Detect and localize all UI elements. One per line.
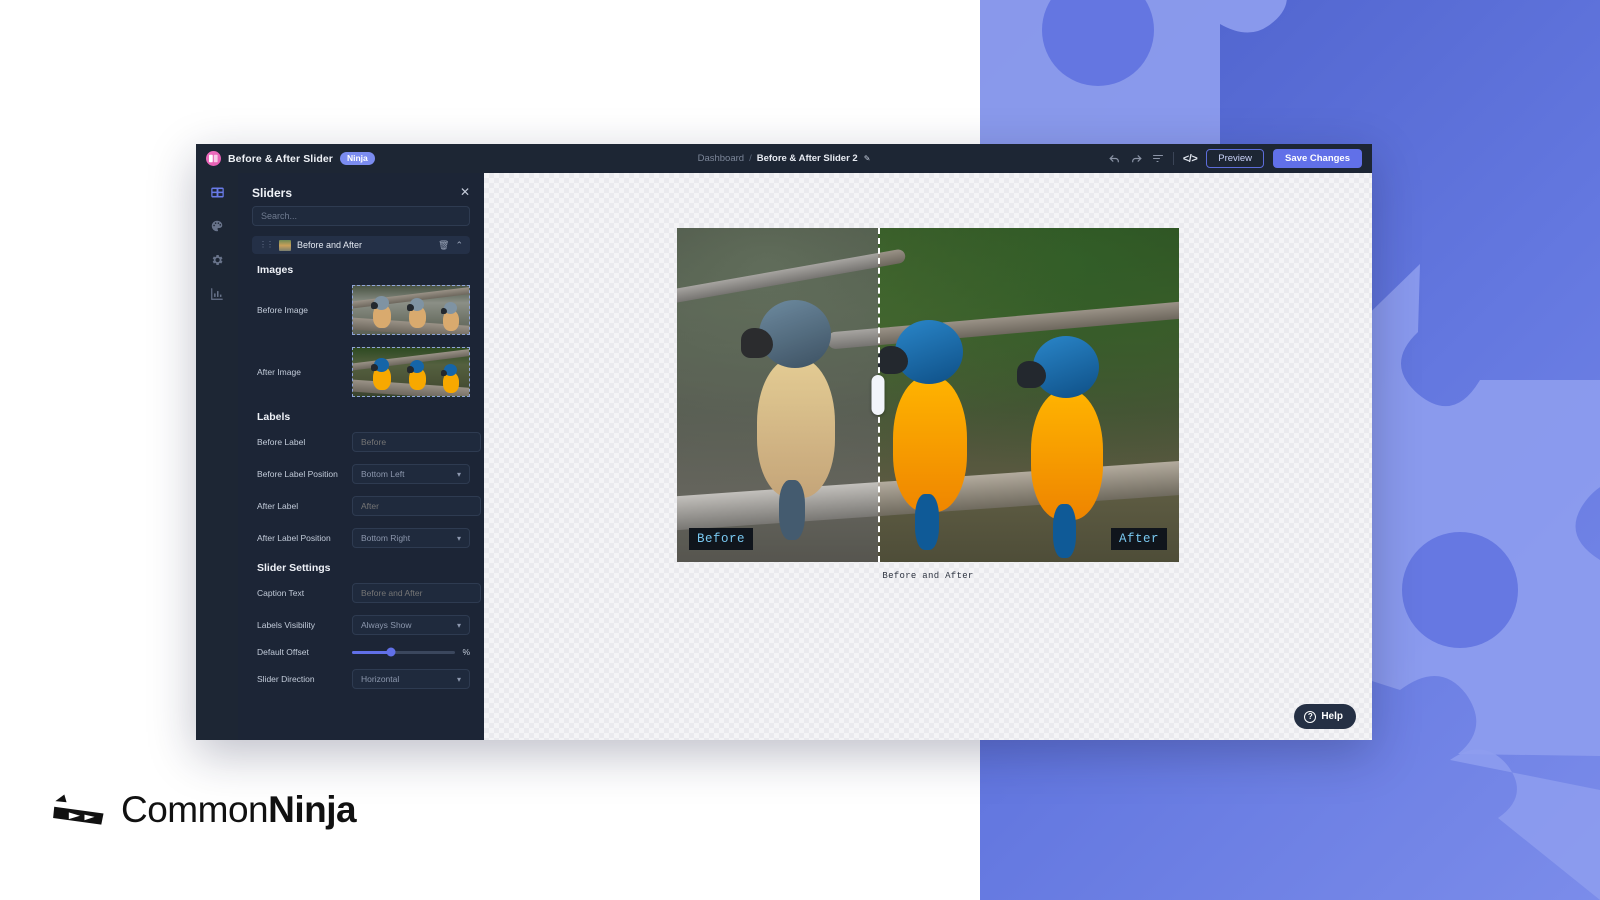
- wordmark-ninja: Ninja: [268, 789, 356, 830]
- undo-icon[interactable]: [1108, 152, 1121, 165]
- slider-track[interactable]: [352, 651, 455, 654]
- chevron-up-icon[interactable]: ⌃: [455, 240, 463, 251]
- slider-handle-icon[interactable]: [871, 375, 884, 415]
- row-after-label-position: After Label Position Bottom Right ▾: [252, 528, 470, 548]
- align-icon[interactable]: [1152, 153, 1164, 165]
- settings-panel: Sliders ✕ ⋮⋮ Before and After 🗑 ⌃ Images…: [238, 173, 484, 740]
- rail-item-settings[interactable]: [208, 251, 226, 269]
- app-body: Sliders ✕ ⋮⋮ Before and After 🗑 ⌃ Images…: [196, 173, 1372, 740]
- row-caption-text: Caption Text: [252, 583, 470, 603]
- select-value: Bottom Left: [361, 469, 404, 479]
- before-image: [677, 228, 878, 562]
- select-value: Bottom Right: [361, 533, 410, 543]
- row-label: Caption Text: [257, 588, 352, 598]
- after-label-position-select[interactable]: Bottom Right ▾: [352, 528, 470, 548]
- row-label: Default Offset: [257, 647, 352, 657]
- before-label-position-select[interactable]: Bottom Left ▾: [352, 464, 470, 484]
- before-label: Before: [689, 528, 753, 550]
- slider-knob[interactable]: [387, 648, 396, 657]
- after-label: After: [1111, 528, 1167, 550]
- redo-icon[interactable]: [1130, 152, 1143, 165]
- rail-item-layout[interactable]: [208, 183, 226, 201]
- breadcrumb-current: Before & After Slider 2: [757, 153, 858, 164]
- slider-thumbnail-icon: [279, 240, 291, 251]
- app-identity: Before & After Slider Ninja: [206, 151, 375, 166]
- top-bar: Before & After Slider Ninja Dashboard / …: [196, 144, 1372, 173]
- toolbar-actions: </> Preview Save Changes: [1108, 149, 1362, 169]
- row-after-image: After Image: [252, 347, 470, 397]
- before-after-logo-icon: [206, 151, 221, 166]
- select-value: Always Show: [361, 620, 412, 630]
- close-icon[interactable]: ✕: [460, 186, 470, 198]
- row-label: Before Label Position: [257, 469, 352, 479]
- caption-text-input[interactable]: [352, 583, 481, 603]
- before-after-stage[interactable]: Before After: [677, 228, 1179, 562]
- rail-item-design[interactable]: [208, 217, 226, 235]
- row-before-image: Before Image: [252, 285, 470, 335]
- code-brackets-icon[interactable]: </>: [1183, 153, 1197, 165]
- panel-scroll-area[interactable]: ⋮⋮ Before and After 🗑 ⌃ Images Before Im…: [238, 206, 484, 740]
- after-label-input[interactable]: [352, 496, 481, 516]
- before-image-clip: [677, 228, 878, 562]
- section-title-images: Images: [257, 264, 470, 276]
- row-after-label: After Label: [252, 496, 470, 516]
- commonninja-logo: CommonNinja: [52, 790, 356, 828]
- slider-fill: [352, 651, 391, 654]
- slider-list-item[interactable]: ⋮⋮ Before and After 🗑 ⌃: [252, 236, 470, 254]
- after-image-thumbnail[interactable]: [352, 347, 470, 397]
- row-label: After Image: [257, 367, 352, 377]
- before-after-widget: Before After Before and After: [677, 228, 1179, 581]
- search-input[interactable]: [252, 206, 470, 226]
- row-labels-visibility: Labels Visibility Always Show ▾: [252, 615, 470, 635]
- row-slider-direction: Slider Direction Horizontal ▾: [252, 669, 470, 689]
- select-value: Horizontal: [361, 674, 399, 684]
- row-label: Labels Visibility: [257, 620, 352, 630]
- preview-canvas: Before After Before and After ? Help: [484, 173, 1372, 740]
- default-offset-slider[interactable]: %: [352, 647, 470, 657]
- drag-handle-icon[interactable]: ⋮⋮: [259, 241, 273, 249]
- row-label: Before Image: [257, 305, 352, 315]
- row-before-label: Before Label: [252, 432, 470, 452]
- section-title-slider-settings: Slider Settings: [257, 562, 470, 574]
- app-window: Before & After Slider Ninja Dashboard / …: [196, 144, 1372, 740]
- row-label: After Label Position: [257, 533, 352, 543]
- breadcrumb-separator: /: [749, 153, 752, 164]
- rail-item-analytics[interactable]: [208, 285, 226, 303]
- trash-icon[interactable]: 🗑: [438, 240, 449, 251]
- section-title-labels: Labels: [257, 411, 470, 423]
- percent-unit: %: [462, 647, 470, 657]
- before-image-thumbnail[interactable]: [352, 285, 470, 335]
- chevron-down-icon: ▾: [457, 534, 461, 543]
- row-label: Before Label: [257, 437, 352, 447]
- before-label-input[interactable]: [352, 432, 481, 452]
- chevron-down-icon: ▾: [457, 621, 461, 630]
- preview-caption: Before and After: [677, 571, 1179, 581]
- preview-button[interactable]: Preview: [1206, 149, 1264, 169]
- commonninja-wordmark: CommonNinja: [121, 791, 356, 828]
- row-label: Slider Direction: [257, 674, 352, 684]
- panel-header: Sliders ✕: [238, 173, 484, 206]
- chevron-down-icon: ▾: [457, 470, 461, 479]
- help-button[interactable]: ? Help: [1294, 704, 1356, 729]
- help-label: Help: [1321, 711, 1343, 722]
- app-title: Before & After Slider: [228, 153, 333, 165]
- question-circle-icon: ?: [1304, 711, 1316, 723]
- save-changes-button[interactable]: Save Changes: [1273, 149, 1362, 169]
- row-before-label-position: Before Label Position Bottom Left ▾: [252, 464, 470, 484]
- labels-visibility-select[interactable]: Always Show ▾: [352, 615, 470, 635]
- row-label: After Label: [257, 501, 352, 511]
- ninja-badge: Ninja: [340, 152, 375, 165]
- pencil-icon[interactable]: ✎: [864, 154, 871, 163]
- ninja-mask-icon: [52, 790, 108, 828]
- slider-item-label: Before and After: [297, 240, 432, 250]
- row-default-offset: Default Offset %: [252, 647, 470, 657]
- breadcrumb-dashboard[interactable]: Dashboard: [698, 153, 744, 164]
- panel-title: Sliders: [252, 186, 292, 200]
- wordmark-common: Common: [121, 789, 268, 830]
- slider-direction-select[interactable]: Horizontal ▾: [352, 669, 470, 689]
- toolbar-divider: [1173, 152, 1174, 165]
- chevron-down-icon: ▾: [457, 675, 461, 684]
- icon-rail: [196, 173, 238, 740]
